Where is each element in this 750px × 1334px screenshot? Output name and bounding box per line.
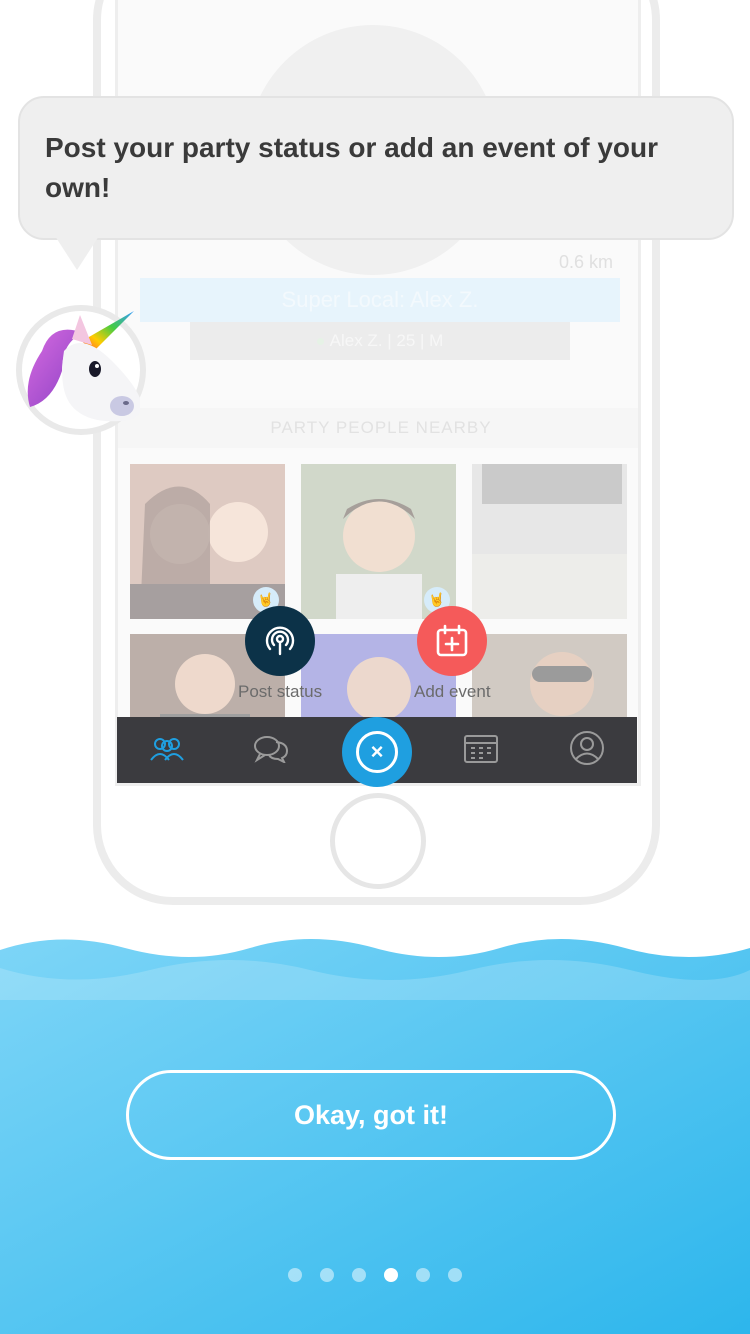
tab-calendar[interactable] [463, 732, 499, 768]
okay-got-it-button[interactable]: Okay, got it! [126, 1070, 616, 1160]
section-title: PARTY PEOPLE NEARBY [118, 408, 638, 448]
close-button[interactable]: × [342, 717, 412, 787]
page-indicator [0, 1268, 750, 1282]
add-event-button[interactable]: Add event [414, 606, 491, 702]
unicorn-mascot-icon [16, 305, 146, 435]
person-photo: 🤘 [130, 464, 285, 619]
tab-profile[interactable] [569, 730, 605, 771]
post-status-label: Post status [238, 682, 323, 701]
page-dot[interactable] [320, 1268, 334, 1282]
calendar-plus-icon [417, 606, 488, 676]
people-icon [149, 734, 185, 767]
profile-icon [569, 730, 605, 771]
tooltip-text: Post your party status or add an event o… [45, 132, 659, 203]
page-dot[interactable] [288, 1268, 302, 1282]
online-dot-icon [316, 337, 324, 345]
calendar-icon [463, 732, 499, 769]
tooltip-bubble: Post your party status or add an event o… [18, 96, 734, 240]
close-icon: × [356, 731, 398, 773]
phone-home-button [330, 793, 426, 889]
chat-icon [252, 733, 290, 768]
tooltip-tail [55, 236, 99, 270]
profile-subline: Alex Z. | 25 | M [190, 322, 570, 360]
profile-subline-text: Alex Z. | 25 | M [329, 331, 444, 350]
tab-chat[interactable] [253, 732, 289, 768]
person-photo [472, 464, 627, 619]
page-dot-active[interactable] [384, 1268, 398, 1282]
page-dot[interactable] [416, 1268, 430, 1282]
add-event-label: Add event [414, 682, 491, 701]
distance-label: 0.6 km [558, 252, 613, 272]
tab-people[interactable] [149, 732, 185, 768]
page-dot[interactable] [352, 1268, 366, 1282]
page-dot[interactable] [448, 1268, 462, 1282]
super-local-banner: Super Local: Alex Z. [140, 278, 620, 322]
post-status-button[interactable]: Post status [238, 606, 322, 702]
person-photo: 🤘 [301, 464, 456, 619]
podcast-icon [245, 606, 316, 676]
